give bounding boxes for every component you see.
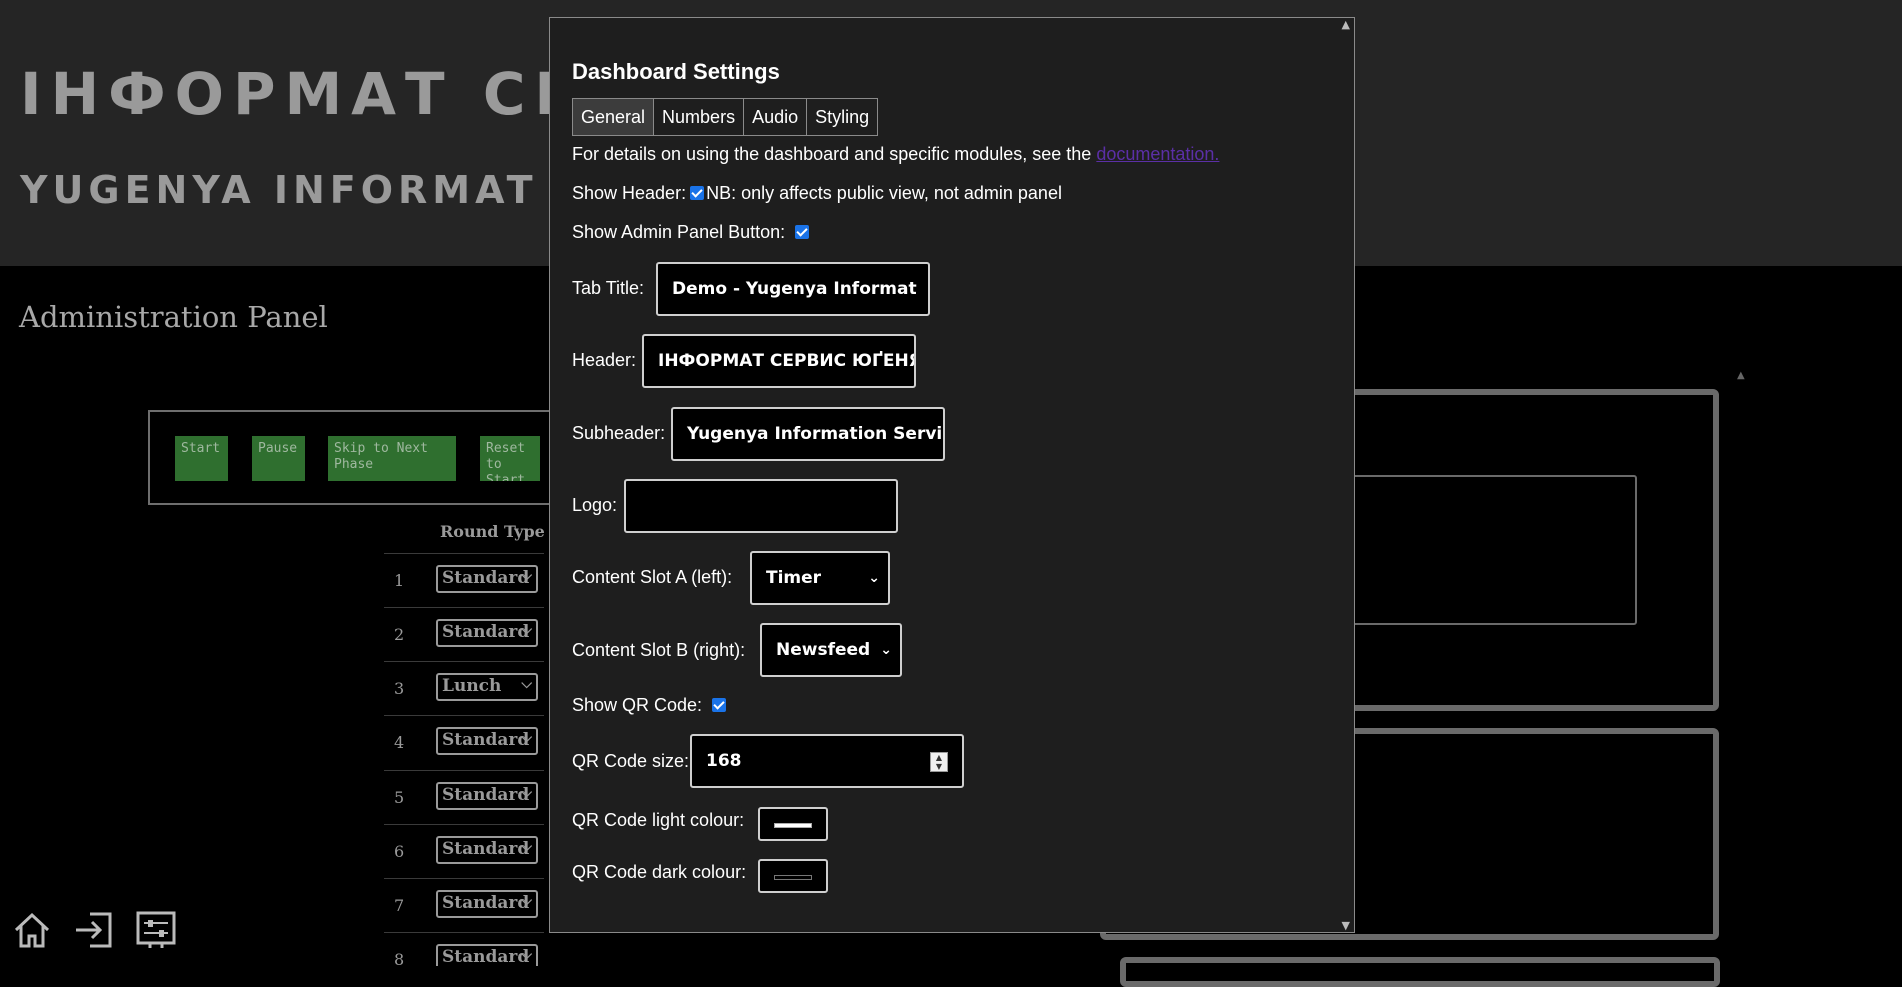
table-row: 2 Standard ⌵ (384, 607, 544, 662)
round-number: 6 (394, 842, 405, 861)
sign-in-icon[interactable] (74, 910, 114, 950)
timer-controls: Start Pause Skip to Next Phase Reset to … (148, 410, 568, 505)
header-title: ІНФОРМАТ СЕ (20, 60, 583, 128)
home-icon[interactable] (12, 910, 52, 950)
round-type-header: Round Type (440, 522, 545, 541)
table-row: 5 Standard ⌵ (384, 770, 544, 825)
round-type-select[interactable]: Standard ⌵ (436, 782, 538, 810)
qr-size-input[interactable]: 168 ▲ ▼ (690, 734, 964, 788)
settings-sliders-icon[interactable] (136, 910, 176, 950)
round-number: 8 (394, 950, 405, 966)
show-admin-button-row: Show Admin Panel Button: (572, 222, 813, 243)
round-number: 2 (394, 625, 405, 644)
qr-dark-colour-picker[interactable] (758, 859, 828, 893)
qr-dark-colour-label: QR Code dark colour: (572, 862, 747, 882)
show-header-note: NB: only affects public view, not admin … (706, 183, 1062, 203)
admin-panel-title: Administration Panel (19, 300, 328, 334)
show-header-label: Show Header: (572, 183, 687, 203)
round-number: 1 (394, 571, 405, 590)
tab-styling[interactable]: Styling (806, 98, 879, 136)
skip-to-next-phase-button[interactable]: Skip to Next Phase (328, 436, 456, 481)
pause-button[interactable]: Pause (252, 436, 305, 481)
chevron-down-icon: ⌵ (521, 568, 532, 584)
round-type-select[interactable]: Standard ⌵ (436, 565, 538, 593)
table-row: 1 Standard ⌵ (384, 553, 544, 608)
round-number: 3 (394, 679, 405, 698)
round-type-select[interactable]: Lunch ⌵ (436, 673, 538, 701)
chevron-down-icon: ⌵ (521, 730, 532, 746)
modal-title: Dashboard Settings (572, 59, 780, 84)
round-type-select[interactable]: Standard ⌵ (436, 619, 538, 647)
round-number: 4 (394, 733, 405, 752)
show-admin-button-checkbox[interactable] (795, 225, 810, 239)
header-label: Header: (572, 350, 637, 370)
round-type-select[interactable]: Standard ⌵ (436, 944, 538, 966)
show-header-checkbox[interactable] (690, 186, 705, 200)
details-text: For details on using the dashboard and s… (572, 144, 1092, 164)
chevron-down-icon: ⌵ (521, 785, 532, 801)
header-input[interactable]: ІНФОРМАТ СЕРВИС ЮҐЕНЯ (642, 334, 916, 388)
scroll-up-icon[interactable]: ▲ (1342, 18, 1350, 31)
subheader-label: Subheader: (572, 423, 666, 443)
settings-tabs: General Numbers Audio Styling (572, 98, 879, 136)
table-row: 8 Standard ⌵ (384, 932, 544, 966)
show-header-row: Show Header: NB: only affects public view… (572, 183, 1062, 204)
tab-title-input[interactable]: Demo - Yugenya Informat (656, 262, 930, 316)
module-panel-inner (1350, 475, 1637, 625)
round-type-select[interactable]: Standard ⌵ (436, 890, 538, 918)
header-subtitle: YUGENYA INFORMAT (20, 168, 538, 212)
logo-label: Logo: (572, 495, 618, 515)
table-row: 3 Lunch ⌵ (384, 661, 544, 716)
logo-input[interactable] (624, 479, 898, 533)
round-type-select[interactable]: Standard ⌵ (436, 727, 538, 755)
qr-size-label: QR Code size: (572, 751, 690, 771)
documentation-link[interactable]: documentation. (1096, 144, 1219, 164)
module-panel-c (1120, 957, 1720, 987)
chevron-down-icon: ⌄ (868, 570, 880, 586)
tab-audio[interactable]: Audio (743, 98, 808, 136)
table-row: 4 Standard ⌵ (384, 715, 544, 770)
table-row: 7 Standard ⌵ (384, 878, 544, 933)
chevron-down-icon: ⌄ (880, 642, 892, 658)
tab-numbers[interactable]: Numbers (653, 98, 745, 136)
show-admin-button-label: Show Admin Panel Button: (572, 222, 786, 242)
number-stepper-icon[interactable]: ▲ ▼ (930, 752, 948, 772)
scroll-down-icon[interactable]: ▼ (1342, 919, 1350, 932)
chevron-down-icon: ⌵ (521, 622, 532, 638)
show-qr-label: Show QR Code: (572, 695, 703, 715)
tab-title-label: Tab Title: (572, 278, 645, 298)
content-slot-b-label: Content Slot B (right): (572, 640, 746, 660)
content-slot-a-label: Content Slot A (left): (572, 567, 733, 587)
chevron-down-icon: ⌵ (521, 676, 532, 692)
content-slot-b-select[interactable]: Newsfeed ⌄ (760, 623, 902, 677)
table-row: 6 Standard ⌵ (384, 824, 544, 879)
details-row: For details on using the dashboard and s… (572, 144, 1219, 165)
show-qr-checkbox[interactable] (712, 698, 727, 712)
qr-light-colour-picker[interactable] (758, 807, 828, 841)
chevron-down-icon: ⌵ (521, 839, 532, 855)
round-number: 7 (394, 896, 405, 915)
tab-general[interactable]: General (572, 98, 655, 136)
qr-light-colour-label: QR Code light colour: (572, 810, 745, 830)
chevron-down-icon: ⌵ (521, 893, 532, 909)
round-type-select[interactable]: Standard ⌵ (436, 836, 538, 864)
settings-modal: ▲ ▼ Dashboard Settings General Numbers A… (549, 17, 1355, 933)
panel-scroll-up-icon[interactable]: ▲ (1737, 370, 1745, 381)
reset-to-start-button[interactable]: Reset to Start (480, 436, 540, 481)
round-number: 5 (394, 788, 405, 807)
start-button[interactable]: Start (175, 436, 228, 481)
show-qr-row: Show QR Code: (572, 695, 730, 716)
chevron-down-icon: ⌵ (521, 947, 532, 963)
content-slot-a-select[interactable]: Timer ⌄ (750, 551, 890, 605)
subheader-input[interactable]: Yugenya Information Servi (671, 407, 945, 461)
